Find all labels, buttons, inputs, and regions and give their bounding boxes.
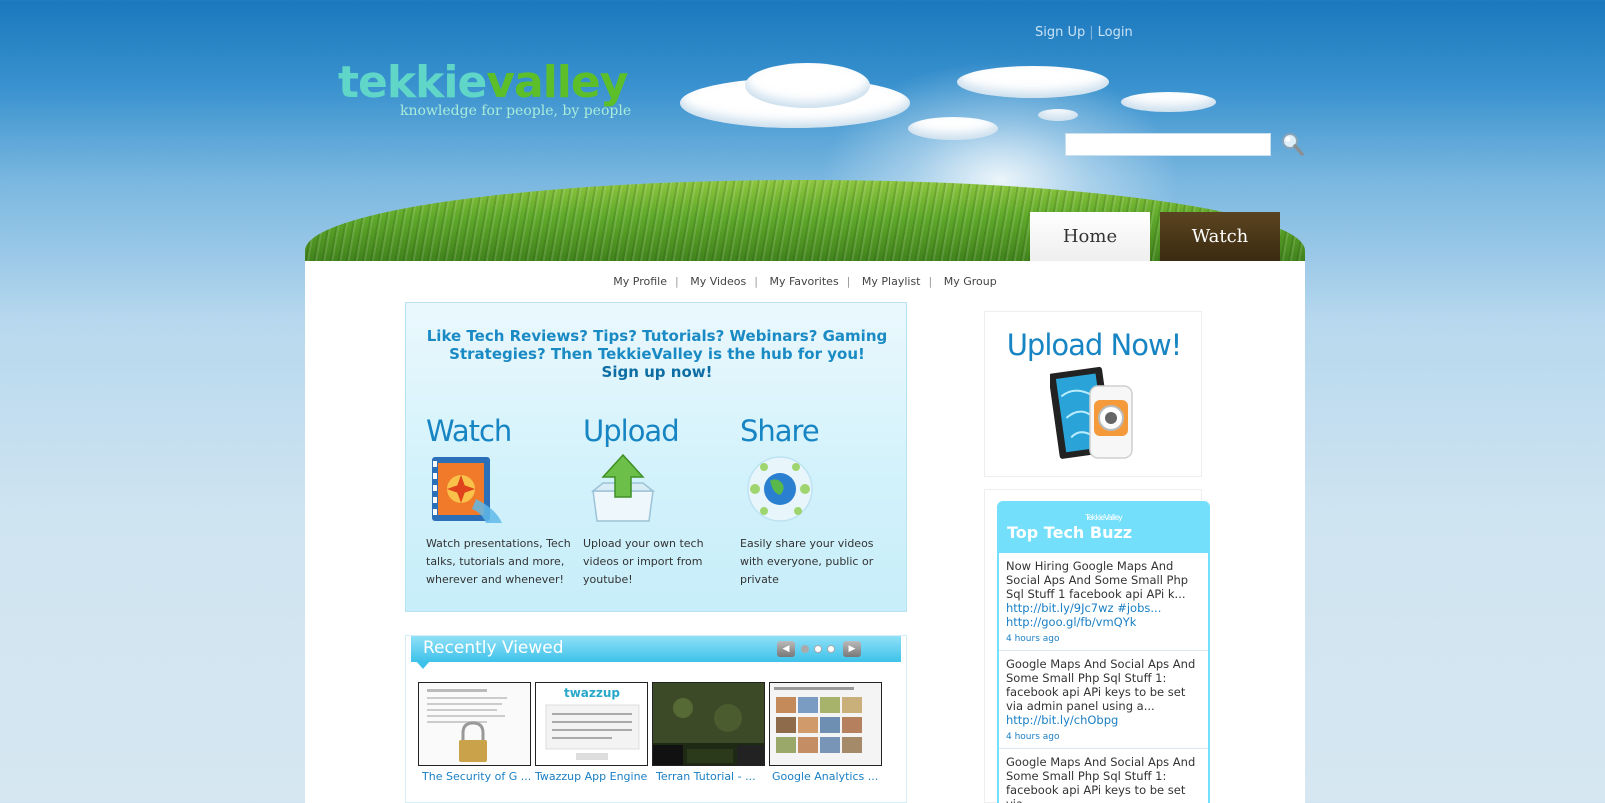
top-tech-buzz-frame: TekkieValley Top Tech Buzz Now Hiring Go…: [984, 489, 1210, 803]
buzz-item-link[interactable]: http://bit.ly/9Jc7wz: [1006, 601, 1114, 615]
subnav-my-group[interactable]: My Group: [944, 275, 997, 288]
search-icon[interactable]: [1280, 131, 1304, 157]
video-thumbnail[interactable]: [652, 682, 765, 766]
intro-hero-box: Like Tech Reviews? Tips? Tutorials? Webi…: [405, 302, 907, 612]
video-title-link[interactable]: Terran Tutorial - ...: [656, 770, 771, 783]
subnav-my-videos[interactable]: My Videos: [690, 275, 746, 288]
feature-description: Upload your own tech videos or import fr…: [583, 537, 704, 586]
buzz-item-text: Google Maps And Social Aps And Some Smal…: [1006, 755, 1196, 803]
buzz-item-hashtag[interactable]: #jobs...: [1117, 601, 1161, 615]
feature-watch: Watch Watch presentations, Tech talks, t…: [426, 413, 576, 589]
upload-now-link[interactable]: Upload Now!: [985, 328, 1203, 362]
carousel-next-button[interactable]: ▶: [843, 641, 861, 657]
buzz-title: Top Tech Buzz: [1007, 523, 1133, 542]
subnav-my-favorites[interactable]: My Favorites: [769, 275, 838, 288]
recently-viewed-header: Recently Viewed ◀ ▶: [411, 636, 901, 662]
user-subnav: My Profile | My Videos | My Favorites | My …: [613, 275, 997, 288]
feature-title[interactable]: Share: [740, 413, 890, 449]
svg-text:twazzup: twazzup: [564, 686, 620, 700]
signup-link[interactable]: Sign Up: [1035, 25, 1085, 40]
carousel-dot[interactable]: [814, 645, 822, 653]
video-thumbnail[interactable]: [418, 682, 531, 766]
feature-description: Easily share your videos with everyone, …: [740, 537, 874, 586]
site-logo[interactable]: tekkievalley: [338, 57, 628, 108]
top-tech-buzz-widget: TekkieValley Top Tech Buzz Now Hiring Go…: [997, 501, 1210, 803]
main-content-panel: My Profile | My Videos | My Favorites | My …: [305, 261, 1305, 803]
buzz-item-time: 4 hours ago: [1006, 634, 1060, 644]
grass-hill-banner: [305, 180, 1305, 265]
feature-title[interactable]: Upload: [583, 413, 733, 449]
video-thumbnail[interactable]: [769, 682, 882, 766]
tab-watch[interactable]: Watch: [1160, 212, 1280, 262]
buzz-item-link[interactable]: http://bit.ly/chObpg: [1006, 713, 1118, 727]
upload-now-card: Upload Now!: [984, 311, 1202, 477]
carousel-dot[interactable]: [801, 645, 809, 653]
buzz-item-text: Google Maps And Social Aps And Some Smal…: [1006, 657, 1196, 713]
video-title-link[interactable]: Twazzup App Engine: [535, 770, 650, 783]
signup-cta-link[interactable]: Sign up now!: [426, 363, 888, 381]
buzz-feed-item: Google Maps And Social Aps And Some Smal…: [999, 651, 1208, 749]
feature-description: Watch presentations, Tech talks, tutoria…: [426, 537, 571, 586]
recently-viewed-section: Recently Viewed ◀ ▶ twazzup The Security…: [405, 635, 907, 803]
feature-share: Share Easily share your videos with ever…: [740, 413, 890, 589]
film-icon[interactable]: [426, 453, 506, 525]
globe-share-icon[interactable]: [740, 453, 820, 525]
logo-text-valley: valley: [486, 57, 628, 108]
buzz-feed-item: Google Maps And Social Aps And Some Smal…: [999, 749, 1208, 803]
hero-headline-text: Like Tech Reviews? Tips? Tutorials? Webi…: [426, 327, 888, 363]
buzz-item-link[interactable]: http://goo.gl/fb/vmQYk: [1006, 615, 1136, 629]
recently-viewed-title: Recently Viewed: [423, 638, 564, 658]
search-input[interactable]: [1065, 133, 1271, 156]
account-links: Sign Up | Login: [1035, 25, 1133, 40]
carousel-prev-button[interactable]: ◀: [777, 641, 795, 657]
site-tagline: knowledge for people, by people: [400, 103, 632, 119]
video-thumbnail[interactable]: twazzup: [535, 682, 648, 766]
subnav-my-playlist[interactable]: My Playlist: [862, 275, 921, 288]
tab-home[interactable]: Home: [1030, 212, 1150, 262]
buzz-item-time: 4 hours ago: [1006, 732, 1060, 742]
buzz-feed-item: Now Hiring Google Maps And Social Aps An…: [999, 553, 1208, 651]
upload-box-icon[interactable]: [583, 453, 663, 525]
carousel-dot[interactable]: [827, 645, 835, 653]
login-link[interactable]: Login: [1098, 25, 1133, 40]
buzz-item-text: Now Hiring Google Maps And Social Aps An…: [1006, 559, 1189, 601]
video-title-link[interactable]: The Security of G ...: [422, 770, 537, 783]
buzz-brand: TekkieValley: [1085, 513, 1123, 522]
feature-upload: Upload Upload your own tech videos or im…: [583, 413, 733, 589]
feature-title[interactable]: Watch: [426, 413, 576, 449]
film-camera-icon[interactable]: [1048, 364, 1140, 468]
video-title-link[interactable]: Google Analytics ...: [772, 770, 887, 783]
hero-headline: Like Tech Reviews? Tips? Tutorials? Webi…: [426, 327, 888, 381]
header-pointer-arrow: [416, 661, 430, 669]
subnav-my-profile[interactable]: My Profile: [613, 275, 667, 288]
buzz-feed-list[interactable]: Now Hiring Google Maps And Social Aps An…: [999, 553, 1208, 803]
logo-text-tekkie: tekkie: [338, 57, 487, 108]
